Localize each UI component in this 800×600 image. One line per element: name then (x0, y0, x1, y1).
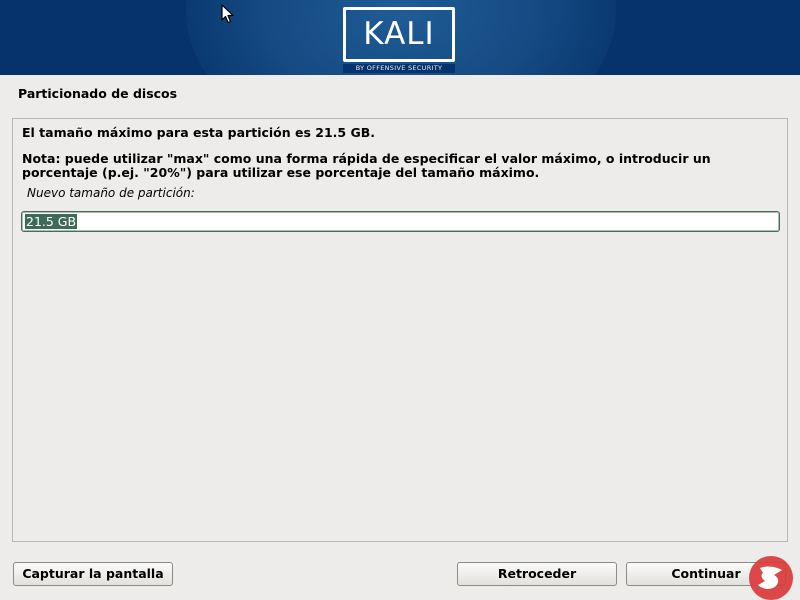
back-button[interactable]: Retroceder (457, 562, 617, 586)
logo-text: KALI (363, 16, 435, 52)
logo-tagline: BY OFFENSIVE SECURITY (343, 64, 455, 73)
content-panel: El tamaño máximo para esta partición es … (12, 118, 788, 542)
page-title: Particionado de discos (18, 86, 178, 101)
max-size-info: El tamaño máximo para esta partición es … (22, 125, 376, 140)
new-size-label: Nuevo tamaño de partición: (27, 186, 195, 200)
watermark-logo-icon (749, 556, 793, 600)
partition-size-input[interactable]: 21.5 GB (21, 211, 780, 232)
mouse-cursor-icon (221, 4, 234, 24)
usage-note: Nota: puede utilizar "max" como una form… (22, 151, 711, 180)
kali-logo: KALI BY OFFENSIVE SECURITY (343, 7, 455, 73)
screenshot-button[interactable]: Capturar la pantalla (13, 562, 173, 586)
partition-size-value[interactable]: 21.5 GB (25, 214, 78, 229)
header-banner: KALI BY OFFENSIVE SECURITY (0, 0, 800, 75)
